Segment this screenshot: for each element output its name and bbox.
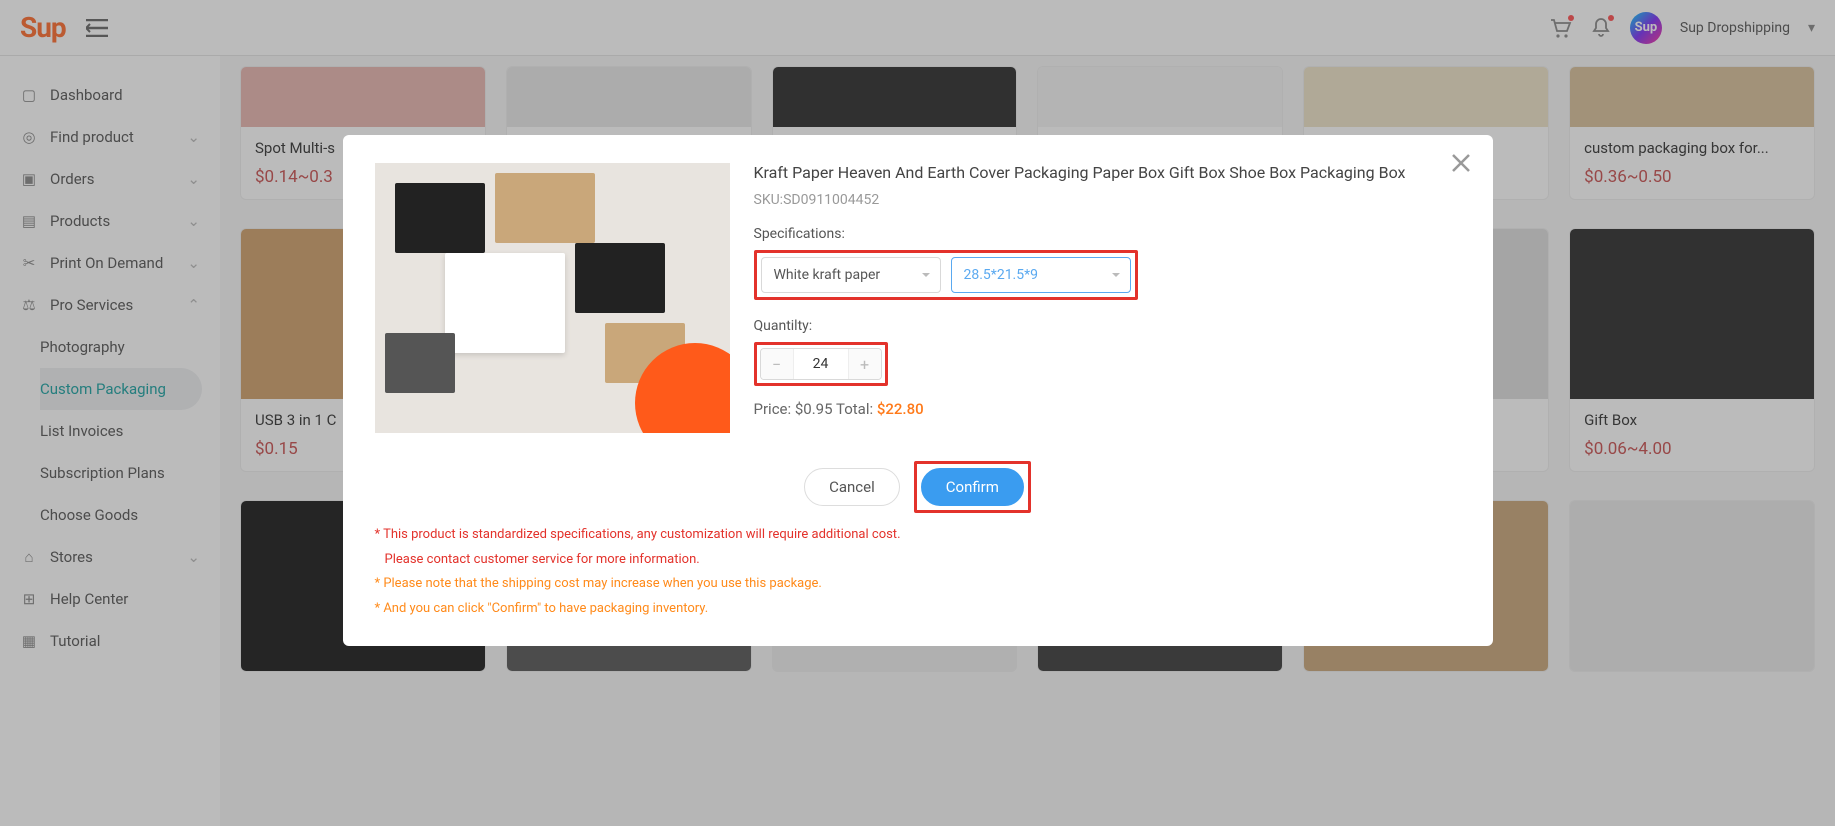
- modal-body: Kraft Paper Heaven And Earth Cover Packa…: [375, 163, 1461, 433]
- qty-input[interactable]: [793, 349, 849, 379]
- note-line: Please contact customer service for more…: [375, 548, 1461, 573]
- modal-product-title: Kraft Paper Heaven And Earth Cover Packa…: [754, 163, 1461, 182]
- modal-info: Kraft Paper Heaven And Earth Cover Packa…: [754, 163, 1461, 433]
- qty-decrease-button[interactable]: −: [761, 349, 793, 379]
- spec-size-select[interactable]: 28.5*21.5*9: [951, 257, 1131, 293]
- confirm-button[interactable]: Confirm: [921, 468, 1024, 506]
- modal-sku: SKU:SD0911004452: [754, 192, 1461, 208]
- quantity-stepper: − +: [760, 348, 882, 380]
- select-value: White kraft paper: [774, 267, 881, 283]
- product-modal: Kraft Paper Heaven And Earth Cover Packa…: [343, 135, 1493, 646]
- modal-overlay[interactable]: Kraft Paper Heaven And Earth Cover Packa…: [0, 0, 1835, 826]
- modal-product-image: [375, 163, 730, 433]
- qty-label: Quantilty:: [754, 318, 1461, 334]
- price-total: $22.80: [877, 400, 924, 418]
- confirm-highlight: Confirm: [914, 461, 1031, 513]
- modal-notes: * This product is standardized specifica…: [375, 523, 1461, 622]
- qty-increase-button[interactable]: +: [849, 349, 881, 379]
- cancel-button[interactable]: Cancel: [804, 468, 900, 506]
- note-line: * And you can click "Confirm" to have pa…: [375, 597, 1461, 622]
- select-value: 28.5*21.5*9: [964, 267, 1039, 283]
- spec-material-select[interactable]: White kraft paper: [761, 257, 941, 293]
- price-line: Price: $0.95 Total: $22.80: [754, 400, 1461, 418]
- spec-label: Specifications:: [754, 226, 1461, 242]
- note-line: * Please note that the shipping cost may…: [375, 572, 1461, 597]
- qty-highlight: − +: [754, 342, 888, 386]
- modal-actions: Cancel Confirm: [375, 461, 1461, 513]
- close-icon[interactable]: [1451, 153, 1471, 173]
- note-line: * This product is standardized specifica…: [375, 523, 1461, 548]
- spec-row-highlight: White kraft paper 28.5*21.5*9: [754, 250, 1138, 300]
